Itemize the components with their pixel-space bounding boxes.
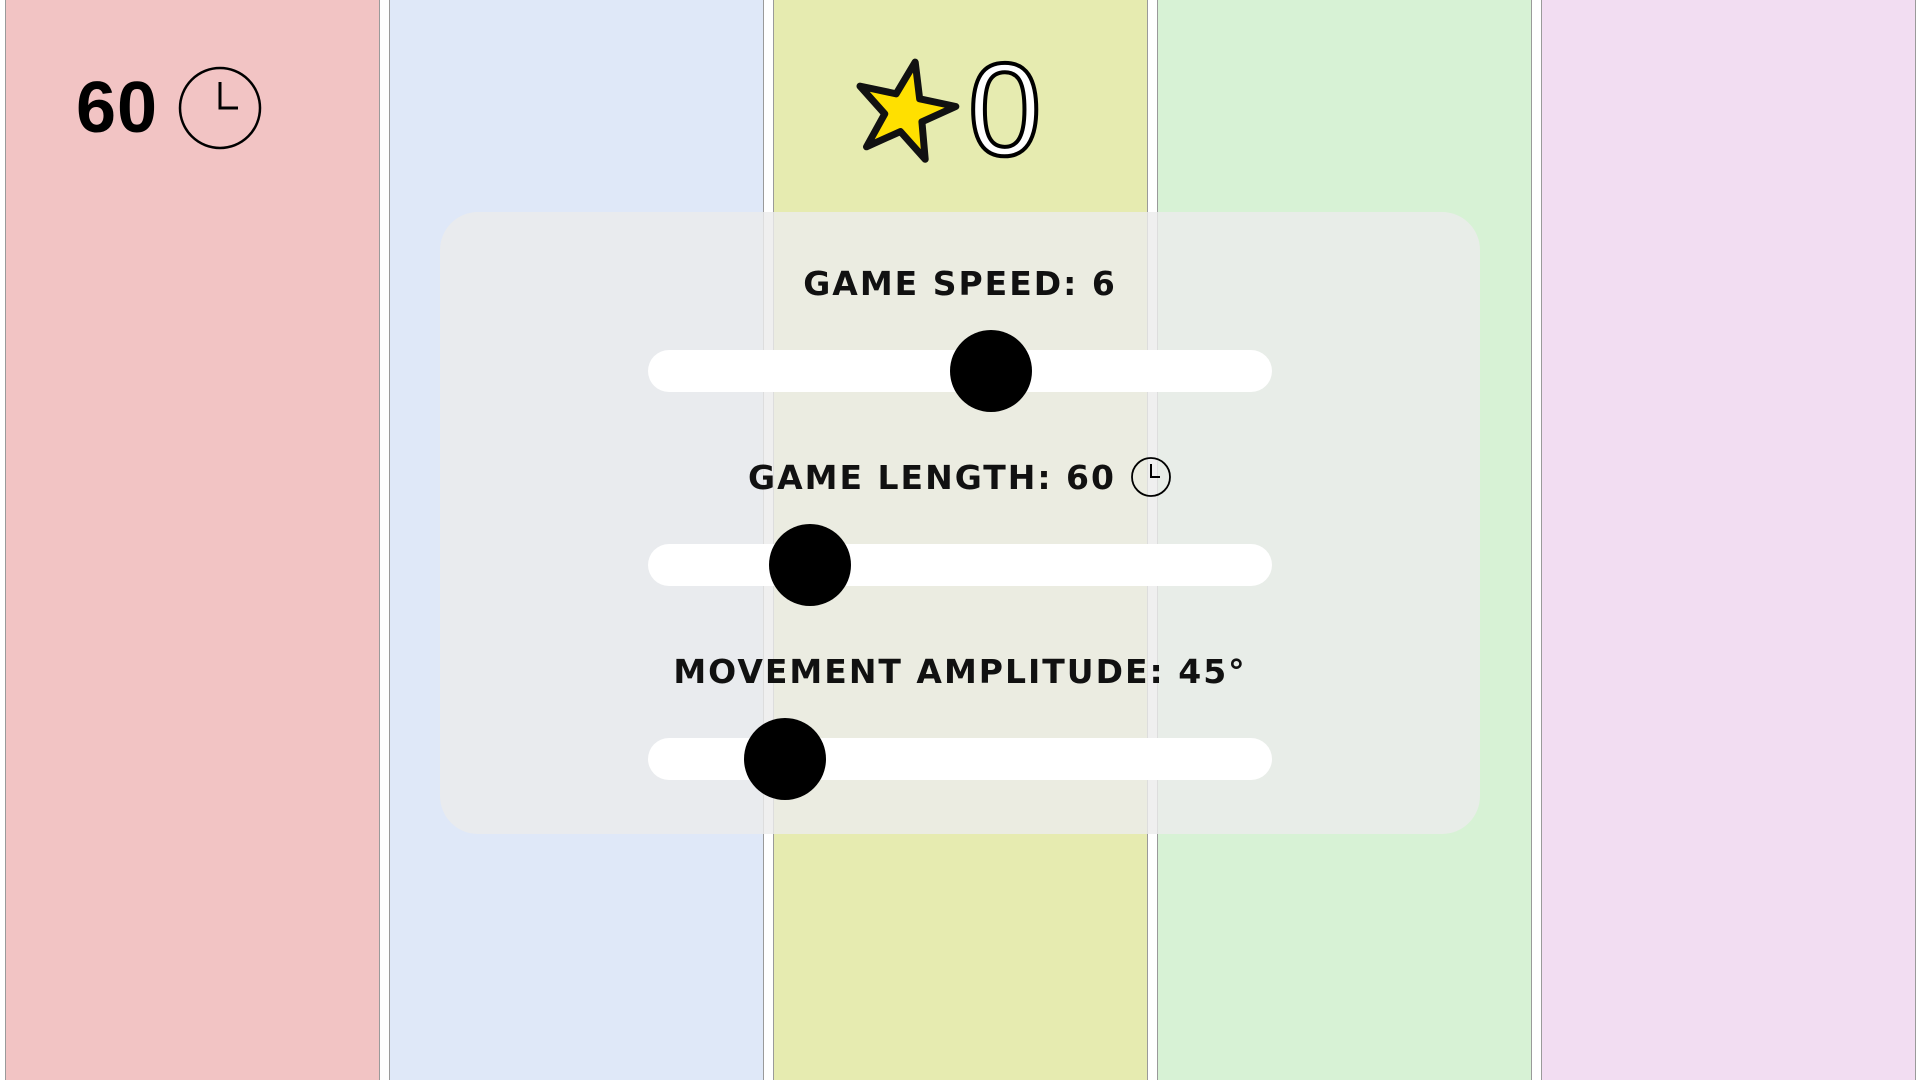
lane-1[interactable]: [5, 0, 380, 1080]
movement-amplitude-slider-track[interactable]: [648, 718, 1272, 800]
timer-value: 60: [76, 68, 159, 148]
game-length-label: GAME LENGTH: 60: [440, 454, 1480, 500]
settings-panel: GAME SPEED: 6 GAME LENGTH: 60 MOVEMENT A…: [440, 212, 1480, 834]
score-display: 0: [850, 36, 1043, 183]
game-speed-slider-thumb[interactable]: [950, 330, 1033, 412]
clock-icon: [1131, 457, 1171, 497]
game-length-slider-thumb[interactable]: [769, 524, 852, 606]
game-length-label-text: GAME LENGTH: 60: [748, 457, 1116, 497]
movement-amplitude-slider-thumb[interactable]: [744, 718, 827, 800]
star-icon: [856, 58, 960, 163]
game-speed-label-text: GAME SPEED: 6: [803, 263, 1117, 303]
movement-amplitude-label-text: MOVEMENT AMPLITUDE: 45°: [673, 651, 1247, 691]
game-speed-label: GAME SPEED: 6: [440, 260, 1480, 306]
game-length-slider-track[interactable]: [648, 524, 1272, 606]
movement-amplitude-label: MOVEMENT AMPLITUDE: 45°: [440, 648, 1480, 694]
clock-icon: [178, 66, 262, 150]
score-value: 0: [966, 36, 1043, 183]
game-speed-slider-track[interactable]: [648, 330, 1272, 412]
lane-5[interactable]: [1541, 0, 1916, 1080]
timer-display: 60: [76, 58, 262, 158]
